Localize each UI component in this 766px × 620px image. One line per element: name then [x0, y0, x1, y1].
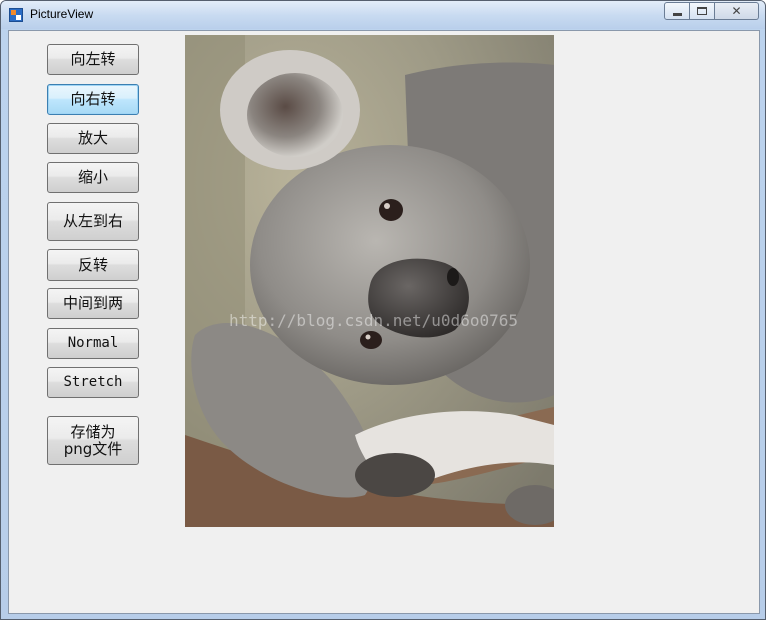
zoom-in-button[interactable]: 放大 — [47, 123, 139, 154]
window-controls: ✕ — [664, 2, 759, 20]
zoom-out-button[interactable]: 缩小 — [47, 162, 139, 193]
window-title: PictureView — [30, 7, 94, 21]
rotate-right-button[interactable]: 向右转 — [47, 84, 139, 115]
image-watermark: http://blog.csdn.net/u0d6o0765 — [229, 311, 518, 330]
save-png-button[interactable]: 存储为 png文件 — [47, 416, 139, 465]
save-png-label-line1: 存储为 — [70, 422, 116, 441]
left-to-right-button[interactable]: 从左到右 — [47, 202, 139, 241]
maximize-icon — [697, 7, 707, 15]
maximize-button[interactable] — [690, 2, 715, 20]
picture-box[interactable]: http://blog.csdn.net/u0d6o0765 — [185, 35, 554, 527]
client-area: 向左转 向右转 放大 缩小 从左到右 反转 中间到两 Normal Stretc… — [8, 30, 760, 614]
minimize-icon — [672, 12, 682, 16]
rotate-left-button[interactable]: 向左转 — [47, 44, 139, 75]
close-icon: ✕ — [731, 4, 742, 18]
flip-button[interactable]: 反转 — [47, 249, 139, 281]
minimize-button[interactable] — [664, 2, 690, 20]
center-out-button[interactable]: 中间到两 — [47, 288, 139, 319]
normal-mode-button[interactable]: Normal — [47, 328, 139, 359]
close-button[interactable]: ✕ — [715, 2, 759, 20]
koala-photo — [185, 35, 554, 527]
title-bar[interactable]: PictureView ✕ — [1, 1, 765, 29]
stretch-mode-button[interactable]: Stretch — [47, 367, 139, 398]
app-window: PictureView ✕ 向左转 向右转 放大 缩小 从左到右 反转 中间到两… — [0, 0, 766, 620]
app-icon — [9, 8, 23, 22]
save-png-label-line2: png文件 — [63, 439, 123, 458]
